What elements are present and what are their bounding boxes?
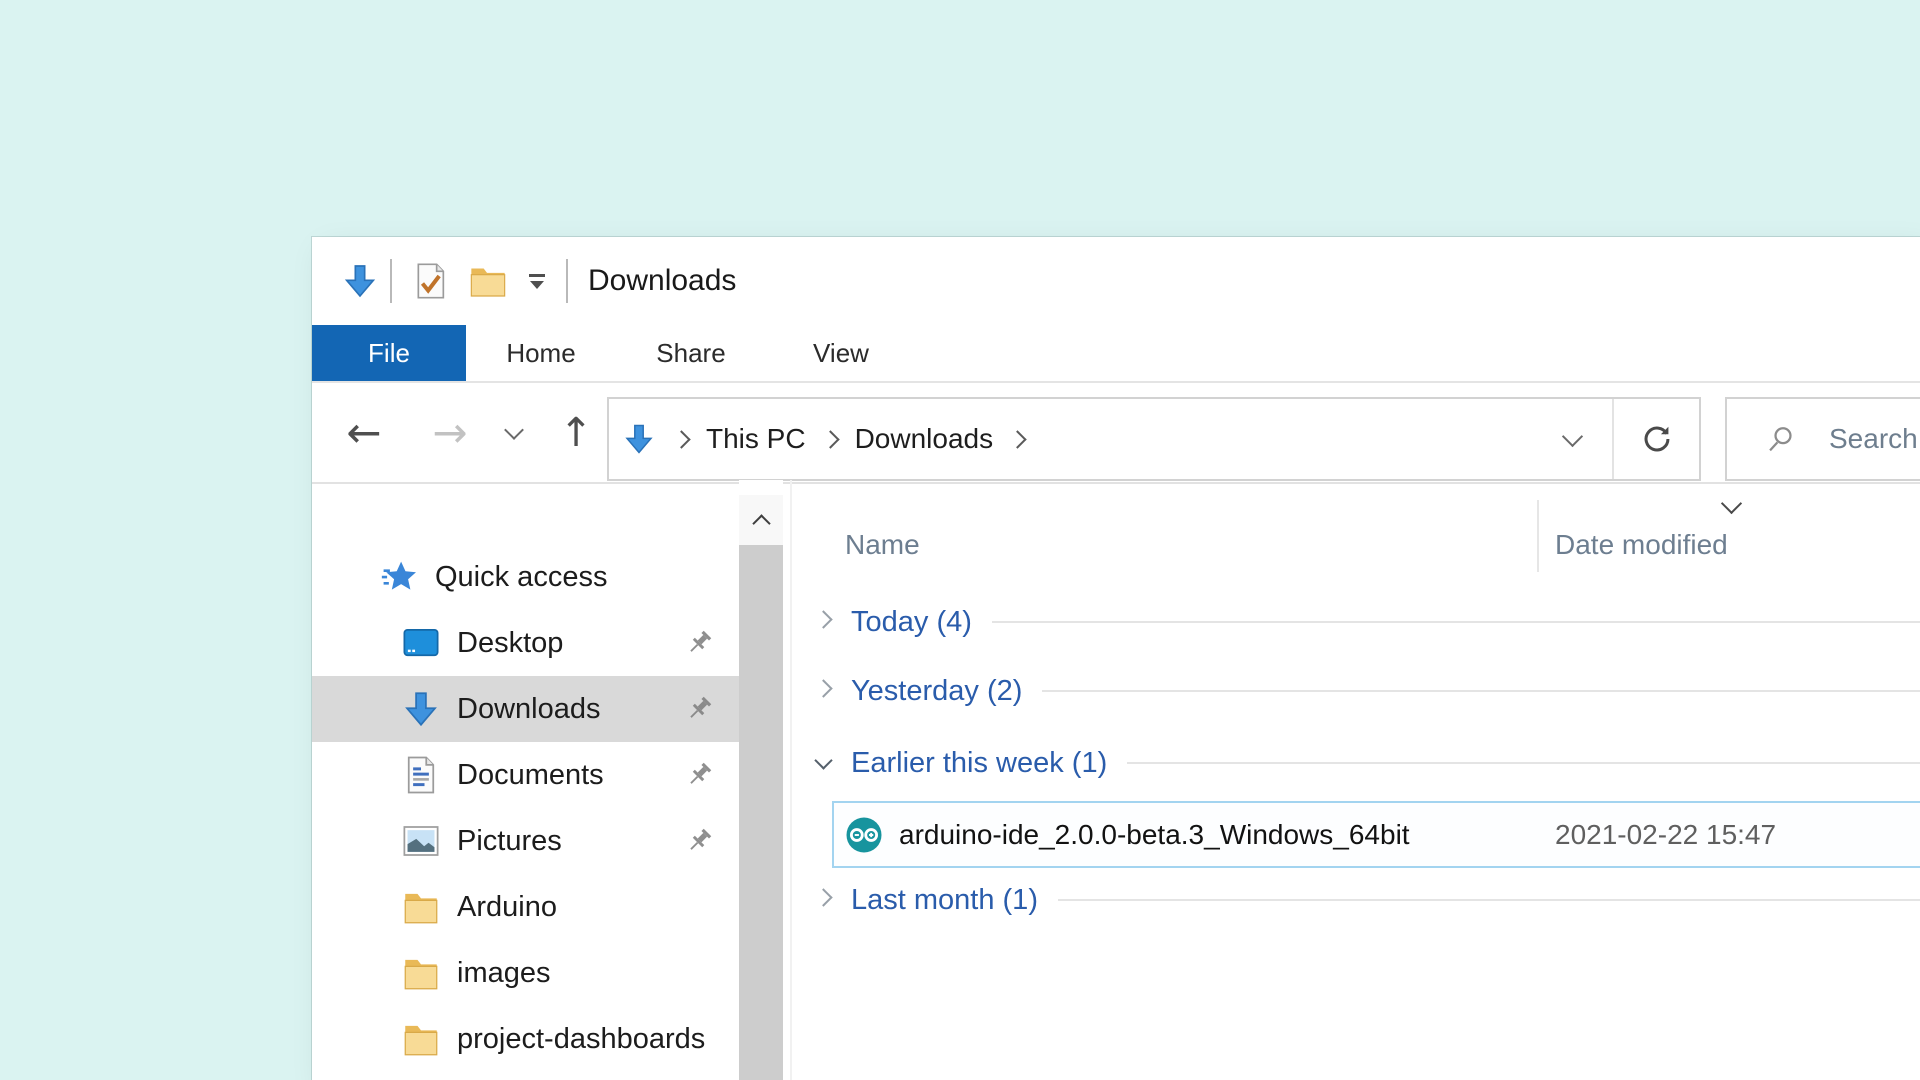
recent-locations-dropdown-icon[interactable] bbox=[498, 383, 530, 482]
search-placeholder: Search bbox=[1829, 423, 1918, 455]
group-rule bbox=[992, 621, 1920, 623]
sidebar-item-quick-access[interactable]: Quick access bbox=[312, 544, 739, 610]
tab-home[interactable]: Home bbox=[466, 325, 616, 381]
sidebar-item-documents[interactable]: Documents bbox=[312, 742, 739, 808]
pin-icon bbox=[683, 693, 715, 725]
file-name: arduino-ide_2.0.0-beta.3_Windows_64bit bbox=[899, 819, 1410, 851]
breadcrumb-chevron-icon[interactable] bbox=[672, 430, 690, 448]
pin-icon bbox=[683, 759, 715, 791]
scrollbar-thumb[interactable] bbox=[739, 545, 783, 1080]
properties-checkmark-icon[interactable] bbox=[410, 261, 450, 301]
sidebar-item-pictures[interactable]: Pictures bbox=[312, 808, 739, 874]
breadcrumb-downloads[interactable]: Downloads bbox=[855, 423, 994, 455]
sidebar-item-project-dashboards[interactable]: project-dashboards bbox=[312, 1006, 739, 1072]
navigation-bar: ← → ↑ This PC Downloads bbox=[312, 383, 1920, 484]
ribbon-tabs: File Home Share View bbox=[312, 325, 1920, 383]
sidebar-item-downloads[interactable]: Downloads bbox=[312, 676, 739, 742]
sidebar-item-label: Desktop bbox=[457, 627, 563, 660]
pin-icon bbox=[683, 825, 715, 857]
refresh-button[interactable] bbox=[1614, 399, 1699, 479]
pin-icon bbox=[683, 627, 715, 659]
group-rule bbox=[1042, 690, 1920, 692]
chevron-right-icon[interactable] bbox=[817, 682, 830, 700]
sidebar-item-label: Documents bbox=[457, 759, 604, 792]
sidebar-item-label: Quick access bbox=[435, 561, 607, 594]
search-input[interactable]: Search bbox=[1725, 397, 1920, 481]
sidebar-item-desktop[interactable]: Desktop bbox=[312, 610, 739, 676]
desktop-background: Downloads File Home Share View ← → ↑ Thi… bbox=[0, 0, 1920, 1080]
sidebar-item-label: images bbox=[457, 957, 551, 990]
toolbar-separator bbox=[390, 259, 392, 303]
chevron-right-icon[interactable] bbox=[817, 891, 830, 909]
tab-view[interactable]: View bbox=[766, 325, 916, 381]
group-rule bbox=[1058, 899, 1920, 901]
up-button[interactable]: ↑ bbox=[548, 383, 604, 482]
breadcrumb-this-pc[interactable]: This PC bbox=[706, 423, 806, 455]
address-dropdown-icon[interactable] bbox=[1562, 425, 1583, 446]
group-rule bbox=[1127, 762, 1920, 764]
forward-button[interactable]: → bbox=[422, 383, 478, 482]
group-header-yesterday[interactable]: Yesterday (2) bbox=[792, 661, 1920, 721]
quick-access-toolbar: Downloads bbox=[312, 237, 1920, 325]
document-icon bbox=[400, 754, 442, 796]
sidebar-item-label: Pictures bbox=[457, 825, 562, 858]
file-date-modified: 2021-02-22 15:47 bbox=[1555, 819, 1776, 851]
column-header-name[interactable]: Name bbox=[845, 520, 920, 570]
navigation-pane: Quick access Desktop bbox=[312, 480, 739, 1080]
downloads-window-icon bbox=[340, 261, 380, 301]
arduino-logo-icon bbox=[843, 814, 885, 856]
explorer-content: Quick access Desktop bbox=[312, 480, 1920, 1080]
folder-icon bbox=[400, 952, 442, 994]
sidebar-item-images[interactable]: images bbox=[312, 940, 739, 1006]
group-header-today[interactable]: Today (4) bbox=[792, 592, 1920, 652]
pane-divider bbox=[783, 480, 792, 1080]
sidebar-scrollbar[interactable] bbox=[739, 480, 783, 1080]
column-divider[interactable] bbox=[1537, 500, 1539, 572]
folder-icon bbox=[400, 1018, 442, 1060]
scroll-up-button[interactable] bbox=[739, 495, 783, 545]
chevron-right-icon[interactable] bbox=[817, 613, 830, 631]
group-header-last-month[interactable]: Last month (1) bbox=[792, 870, 1920, 930]
column-header-date-modified[interactable]: Date modified bbox=[1555, 520, 1728, 570]
quick-access-star-icon bbox=[378, 556, 420, 598]
downloads-folder-icon bbox=[621, 421, 657, 457]
breadcrumb-chevron-icon[interactable] bbox=[1008, 430, 1026, 448]
file-row-arduino-ide[interactable]: arduino-ide_2.0.0-beta.3_Windows_64bit 2… bbox=[832, 801, 1920, 868]
address-bar[interactable]: This PC Downloads bbox=[607, 397, 1701, 481]
sidebar-item-label: project-dashboards bbox=[457, 1023, 705, 1056]
folder-icon bbox=[400, 886, 442, 928]
pictures-icon bbox=[400, 820, 442, 862]
back-button[interactable]: ← bbox=[336, 383, 392, 482]
sidebar-item-arduino[interactable]: Arduino bbox=[312, 874, 739, 940]
customize-toolbar-dropdown-icon[interactable] bbox=[524, 274, 550, 289]
sort-direction-icon[interactable] bbox=[1721, 493, 1742, 514]
sidebar-item-label: Downloads bbox=[457, 693, 600, 726]
sidebar-item-label: Arduino bbox=[457, 891, 557, 924]
group-header-earlier-this-week[interactable]: Earlier this week (1) bbox=[792, 733, 1920, 793]
download-arrow-icon bbox=[400, 688, 442, 730]
desktop-icon bbox=[400, 622, 442, 664]
breadcrumb-chevron-icon[interactable] bbox=[821, 430, 839, 448]
file-list-pane: Name Date modified Today (4) Yesterday (… bbox=[792, 480, 1920, 1080]
file-explorer-window: Downloads File Home Share View ← → ↑ Thi… bbox=[312, 237, 1920, 1080]
tab-share[interactable]: Share bbox=[616, 325, 766, 381]
new-folder-icon[interactable] bbox=[468, 261, 508, 301]
refresh-icon bbox=[1639, 421, 1675, 457]
toolbar-separator bbox=[566, 259, 568, 303]
tab-file[interactable]: File bbox=[312, 325, 466, 381]
search-icon bbox=[1765, 423, 1797, 455]
window-title: Downloads bbox=[588, 264, 736, 298]
chevron-down-icon[interactable] bbox=[817, 754, 830, 772]
